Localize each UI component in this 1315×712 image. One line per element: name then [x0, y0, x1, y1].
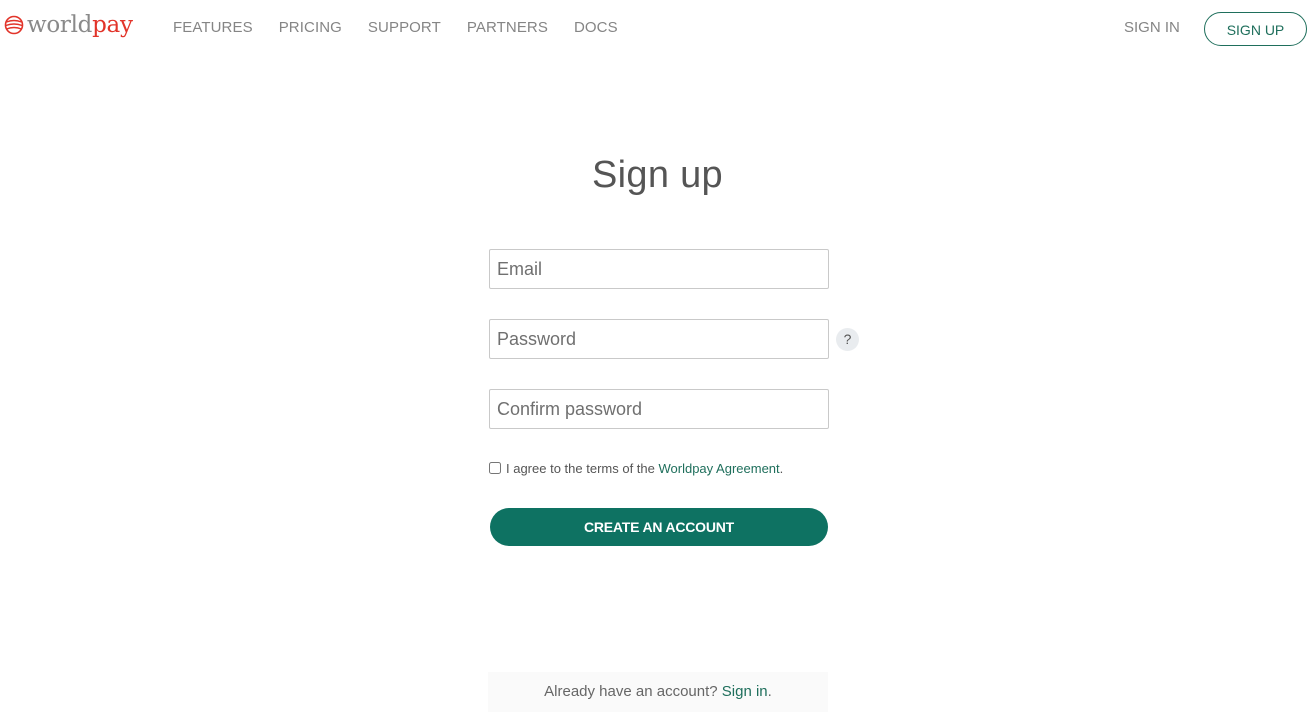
header-sign-in-link[interactable]: SIGN IN [1124, 19, 1180, 36]
logo-wordmark: worldpay [27, 11, 133, 38]
sign-in-prompt-text: Already have an account? [544, 683, 722, 700]
nav-pricing[interactable]: PRICING [279, 19, 342, 36]
main-nav: FEATURES PRICING SUPPORT PARTNERS DOCS [173, 19, 618, 36]
nav-features[interactable]: FEATURES [173, 19, 253, 36]
nav-support[interactable]: SUPPORT [368, 19, 441, 36]
header-sign-up-button[interactable]: SIGN UP [1204, 12, 1307, 46]
password-help-icon[interactable]: ? [836, 328, 859, 351]
sign-in-prompt-suffix: . [767, 683, 772, 700]
terms-checkbox[interactable] [489, 462, 501, 474]
sign-in-prompt: Already have an account? Sign in. [488, 672, 828, 712]
worldpay-globe-icon [4, 15, 24, 35]
terms-text: I agree to the terms of the [506, 460, 655, 476]
logo-text-pay: pay [92, 11, 133, 38]
confirm-password-input[interactable] [489, 389, 829, 429]
terms-agreement-row: I agree to the terms of the Worldpay Agr… [489, 459, 783, 477]
worldpay-logo[interactable]: worldpay [4, 10, 133, 40]
password-input[interactable] [489, 319, 829, 359]
footer-sign-in-link[interactable]: Sign in [722, 683, 768, 700]
signup-page: worldpay FEATURES PRICING SUPPORT PARTNE… [0, 0, 1315, 712]
logo-text-world: world [27, 11, 93, 38]
page-title: Sign up [592, 154, 723, 196]
nav-docs[interactable]: DOCS [574, 19, 618, 36]
terms-suffix: . [779, 460, 784, 476]
worldpay-agreement-link[interactable]: Worldpay Agreement [658, 461, 779, 476]
create-account-button[interactable]: CREATE AN ACCOUNT [490, 508, 828, 546]
nav-partners[interactable]: PARTNERS [467, 19, 548, 36]
email-input[interactable] [489, 249, 829, 289]
